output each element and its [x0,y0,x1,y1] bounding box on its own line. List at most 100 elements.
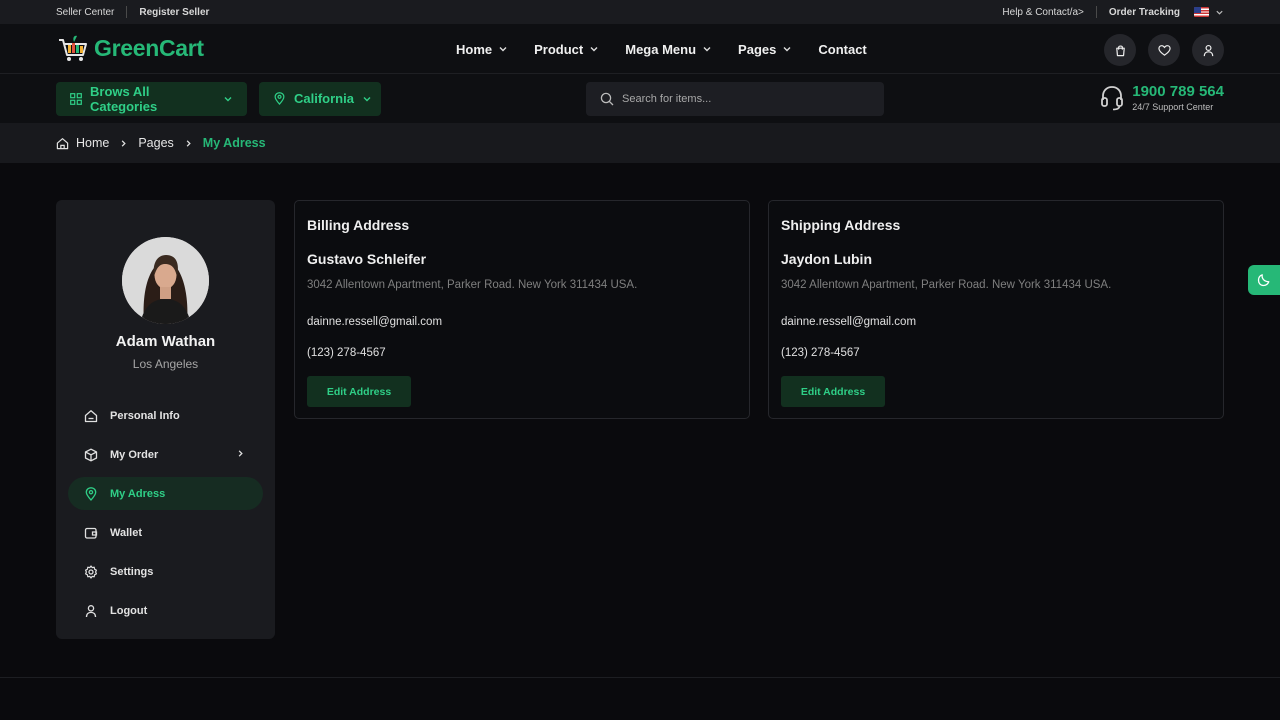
logo[interactable]: GreenCart [56,33,204,65]
chevron-down-icon [702,44,712,54]
sub-header: Brows All Categories California 1900 789… [0,74,1280,123]
support-center: 1900 789 564 24/7 Support Center [1100,83,1224,112]
user-name: Adam Wathan [115,333,216,350]
moon-icon [1257,273,1271,287]
chevron-down-icon [498,44,508,54]
home-icon [84,409,98,423]
menu-item-label: My Order [110,448,159,461]
menu-item-settings[interactable]: Settings [68,555,263,588]
menu-item-wallet[interactable]: Wallet [68,516,263,549]
menu-item-my-order[interactable]: My Order [68,438,263,471]
account-sidebar: Adam Wathan Los Angeles Personal Info My… [56,200,275,639]
theme-toggle-button[interactable] [1248,265,1280,295]
menu-item-personal-info[interactable]: Personal Info [68,399,263,432]
chevron-down-icon [589,44,599,54]
cart-button[interactable] [1104,34,1136,66]
account-button[interactable] [1192,34,1224,66]
seller-center-link[interactable]: Seller Center [56,7,114,18]
billing-name: Gustavo Schleifer [307,251,427,267]
shipping-name: Jaydon Lubin [781,251,872,267]
map-pin-icon [84,486,98,501]
card-title: Shipping Address [781,217,901,233]
shopping-bag-icon [1114,44,1127,57]
breadcrumb-label: Home [76,136,110,150]
user-location: Los Angeles [132,357,199,371]
chevron-down-icon [223,94,233,104]
billing-email: dainne.ressell@gmail.com [307,316,443,328]
headset-icon [1100,85,1124,111]
chevron-down-icon [782,44,792,54]
search-input[interactable] [622,93,862,105]
divider [126,6,128,18]
browse-categories-button[interactable]: Brows All Categories [56,81,247,116]
menu-item-logout[interactable]: Logout [68,594,263,627]
search-icon[interactable] [600,92,614,106]
wallet-icon [84,526,98,540]
order-tracking-link[interactable]: Order Tracking [1109,7,1180,18]
menu-item-label: Personal Info [110,409,180,422]
nav-product[interactable]: Product [534,42,599,57]
nav-mega-menu[interactable]: Mega Menu [625,42,712,57]
menu-item-my-adress[interactable]: My Adress [68,477,263,510]
header-actions [1104,34,1224,66]
map-pin-icon [273,92,286,105]
billing-address: 3042 Allentown Apartment, Parker Road. N… [307,279,638,291]
location-selector[interactable]: California [259,81,381,116]
menu-item-label: My Adress [110,487,166,500]
billing-phone: (123) 278-4567 [307,347,386,359]
user-icon [84,604,98,618]
main-header: GreenCart Home Product Mega Menu Pages C… [0,24,1280,74]
menu-item-label: Logout [110,604,148,617]
chevron-down-icon[interactable] [1215,8,1224,17]
shipping-email: dainne.ressell@gmail.com [781,316,917,328]
nav-label: Product [534,41,584,57]
help-contact-link[interactable]: Help & Contact/a> [1002,7,1083,18]
breadcrumb-pages[interactable]: Pages [138,136,173,150]
chevron-right-icon [119,139,128,148]
edit-billing-address-button[interactable]: Edit Address [307,376,411,407]
gear-icon [84,564,98,579]
logo-text: GreenCart [94,35,204,61]
nav-label: Home [456,41,493,57]
breadcrumb-home[interactable]: Home [56,136,109,150]
footer-divider [0,677,1280,678]
chevron-right-icon [236,449,245,458]
nav-label: Pages [738,41,777,57]
grid-icon [70,92,82,105]
shipping-address-card: Shipping Address Jaydon Lubin 3042 Allen… [768,200,1224,419]
edit-shipping-address-button[interactable]: Edit Address [781,376,885,407]
chevron-right-icon [184,139,193,148]
us-flag-icon[interactable] [1194,7,1209,17]
nav-pages[interactable]: Pages [738,42,792,57]
chevron-down-icon [362,94,372,104]
location-label: California [294,91,354,106]
heart-icon [1157,44,1171,57]
card-title: Billing Address [307,217,410,233]
billing-address-card: Billing Address Gustavo Schleifer 3042 A… [294,200,750,419]
register-seller-link[interactable]: Register Seller [139,7,209,18]
divider [1095,6,1097,18]
shipping-address: 3042 Allentown Apartment, Parker Road. N… [781,279,1112,291]
support-phone[interactable]: 1900 789 564 [1132,83,1224,100]
avatar[interactable] [122,237,209,324]
cart-logo-icon [56,33,90,65]
browse-categories-label: Brows All Categories [90,83,158,114]
main-nav: Home Product Mega Menu Pages Contact [456,24,893,74]
menu-item-label: Settings [110,565,154,578]
nav-contact[interactable]: Contact [818,42,866,57]
box-icon [84,448,98,462]
user-icon [1202,44,1215,57]
menu-item-label: Wallet [110,526,142,539]
search-bar [586,82,884,116]
breadcrumb: Home Pages My Adress [0,123,1280,163]
nav-label: Contact [818,41,867,57]
nav-label: Mega Menu [625,41,697,57]
shipping-phone: (123) 278-4567 [781,347,860,359]
nav-home[interactable]: Home [456,42,508,57]
support-label: 24/7 Support Center [1132,102,1214,112]
breadcrumb-current: My Adress [202,136,266,150]
top-bar: Seller Center Register Seller Help & Con… [0,0,1280,24]
wishlist-button[interactable] [1148,34,1180,66]
home-icon [56,137,69,150]
account-menu: Personal Info My Order My Adress Wallet … [68,399,263,633]
